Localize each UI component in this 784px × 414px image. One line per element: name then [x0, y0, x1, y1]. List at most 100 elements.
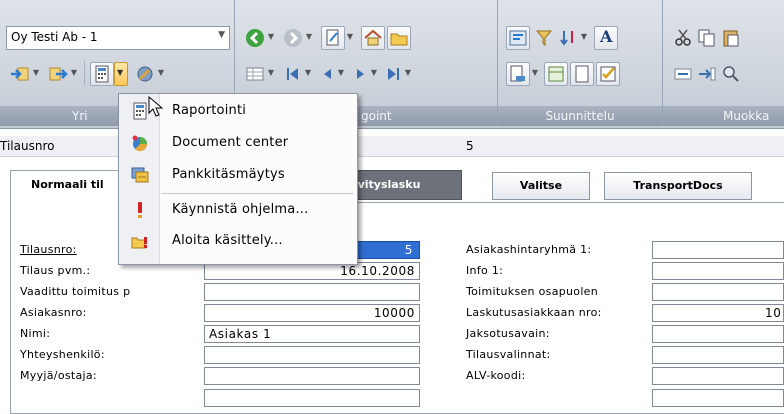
ribbon-group-design: ▼ A ▼ Suunnittelu	[498, 0, 663, 126]
menu-item-label: Raportointi	[172, 103, 247, 118]
mouse-pointer-icon	[148, 96, 164, 117]
info1-input[interactable]	[652, 262, 784, 280]
back-icon[interactable]	[243, 26, 267, 50]
order-number-value: 5	[404, 243, 413, 257]
menu-item-run-program[interactable]: Käynnistä ohjelma...	[119, 197, 357, 223]
ribbon-group-edit: Muokka	[663, 0, 784, 126]
export-icon[interactable]	[46, 62, 70, 86]
import-icon[interactable]	[8, 62, 32, 86]
insert-row-icon[interactable]	[671, 62, 695, 86]
sort-icon[interactable]	[556, 26, 580, 50]
menu-item-label: Käynnistä ohjelma...	[172, 202, 309, 217]
layout-icon[interactable]	[544, 62, 568, 86]
periodization-key-label: Jaksotusavain:	[466, 327, 550, 340]
paste-icon[interactable]	[719, 26, 743, 50]
menu-separator	[161, 193, 353, 194]
name-input[interactable]: Asiakas 1	[204, 325, 420, 343]
customer-number-value: 10000	[373, 306, 415, 320]
delivery-party-label: Toimituksen osapuolen	[466, 285, 599, 298]
menu-item-start-processing[interactable]: Aloita käsittely...	[119, 228, 357, 254]
edit-document-icon[interactable]	[321, 26, 345, 50]
reports-dropdown-menu: Raportointi Document center Pankkitäsmäy…	[118, 93, 358, 265]
name-label: Nimi:	[20, 327, 51, 340]
salesperson-label: Myyjä/ostaja:	[20, 369, 97, 382]
transport-docs-button[interactable]: TransportDocs	[604, 172, 752, 200]
required-delivery-input[interactable]	[204, 283, 420, 301]
chevron-down-icon[interactable]: ▼	[369, 62, 379, 84]
customer-number-input[interactable]: 10000	[204, 304, 420, 322]
billing-customer-value: 10	[765, 306, 782, 320]
contact-person-input[interactable]	[204, 346, 420, 364]
ribbon-group-label: Muokka	[663, 106, 784, 126]
chevron-down-icon[interactable]: ▼	[303, 62, 313, 84]
open-folder-icon[interactable]	[387, 26, 411, 50]
forward-icon[interactable]	[281, 26, 305, 50]
page-setup-icon[interactable]	[506, 62, 530, 86]
company-select-value: Oy Testi Ab - 1	[11, 30, 98, 44]
table-icon[interactable]	[243, 62, 267, 86]
chevron-down-icon[interactable]: ▼	[579, 26, 589, 48]
bank-reconcile-icon	[131, 166, 149, 184]
current-field-label: Tilausnro	[0, 139, 55, 153]
chevron-down-icon[interactable]: ▼	[69, 62, 79, 84]
filter-icon[interactable]	[532, 26, 556, 50]
design-view-icon[interactable]	[506, 26, 530, 50]
order-options-label: Tilausvalinnat:	[466, 348, 551, 361]
extra-field-left-input[interactable]	[204, 389, 420, 407]
font-icon[interactable]: A	[594, 26, 618, 50]
blank-page-icon[interactable]	[570, 62, 594, 86]
salesperson-input[interactable]	[204, 367, 420, 385]
chevron-down-icon[interactable]: ▼	[266, 62, 276, 84]
reports-dropdown-button[interactable]: ▼	[114, 62, 128, 86]
chevron-down-icon: ▼	[117, 68, 124, 77]
document-center-icon	[131, 134, 149, 152]
menu-item-document-center[interactable]: Document center	[119, 130, 357, 156]
order-number-input[interactable]: 5	[356, 241, 420, 259]
toolbar-separator	[84, 61, 85, 85]
order-options-input[interactable]	[652, 346, 784, 364]
chevron-down-icon[interactable]: ▼	[266, 26, 276, 48]
home-icon[interactable]	[361, 26, 385, 50]
font-letter-icon: A	[600, 27, 613, 46]
chevron-down-icon[interactable]: ▼	[403, 62, 413, 84]
select-button[interactable]: Valitse	[492, 172, 590, 200]
ribbon-group-label: Suunnittelu	[498, 106, 662, 126]
cut-icon[interactable]	[671, 26, 695, 50]
search-icon[interactable]	[719, 62, 743, 86]
exclamation-icon	[131, 201, 149, 219]
chevron-down-icon[interactable]: ▼	[31, 62, 41, 84]
menu-item-label: Aloita käsittely...	[172, 233, 283, 248]
chevron-down-icon[interactable]: ▼	[530, 62, 540, 84]
customer-number-label: Asiakasnro:	[20, 306, 87, 319]
first-record-icon[interactable]	[281, 62, 305, 86]
calculator-icon[interactable]	[90, 62, 114, 86]
menu-item-label: Document center	[172, 135, 289, 150]
extra-field-right-input[interactable]	[652, 389, 784, 407]
tools-icon[interactable]	[133, 62, 157, 86]
billing-customer-input[interactable]: 10	[652, 304, 784, 322]
menu-item-label: Pankkitäsmäytys	[172, 167, 285, 182]
order-date-label: Tilaus pvm.:	[20, 264, 91, 277]
billing-customer-label: Laskutusasiakkaan nro:	[466, 306, 602, 319]
order-number-label: Tilausnro:	[20, 243, 77, 256]
checklist-icon[interactable]	[596, 62, 620, 86]
chevron-down-icon[interactable]: ▼	[345, 26, 355, 48]
menu-item-bank-reconciliation[interactable]: Pankkitäsmäytys	[119, 162, 357, 188]
company-select[interactable]: Oy Testi Ab - 1 ▼	[6, 26, 230, 50]
vat-code-label: ALV-koodi:	[466, 369, 526, 382]
name-value: Asiakas 1	[209, 327, 272, 341]
periodization-key-input[interactable]	[652, 325, 784, 343]
delivery-party-input[interactable]	[652, 283, 784, 301]
customer-price-group-input[interactable]	[652, 241, 784, 259]
info1-label: Info 1:	[466, 264, 504, 277]
report-icon	[131, 102, 149, 120]
chevron-down-icon[interactable]: ▼	[336, 62, 346, 84]
insert-arrow-icon[interactable]	[695, 62, 719, 86]
last-record-icon[interactable]	[381, 62, 405, 86]
chevron-down-icon[interactable]: ▼	[156, 62, 166, 84]
copy-icon[interactable]	[695, 26, 719, 50]
vat-code-input[interactable]	[652, 367, 784, 385]
chevron-down-icon[interactable]: ▼	[304, 26, 314, 48]
customer-price-group-label: Asiakashintaryhmä 1:	[466, 243, 592, 256]
required-delivery-label: Vaadittu toimitus p	[20, 285, 131, 298]
